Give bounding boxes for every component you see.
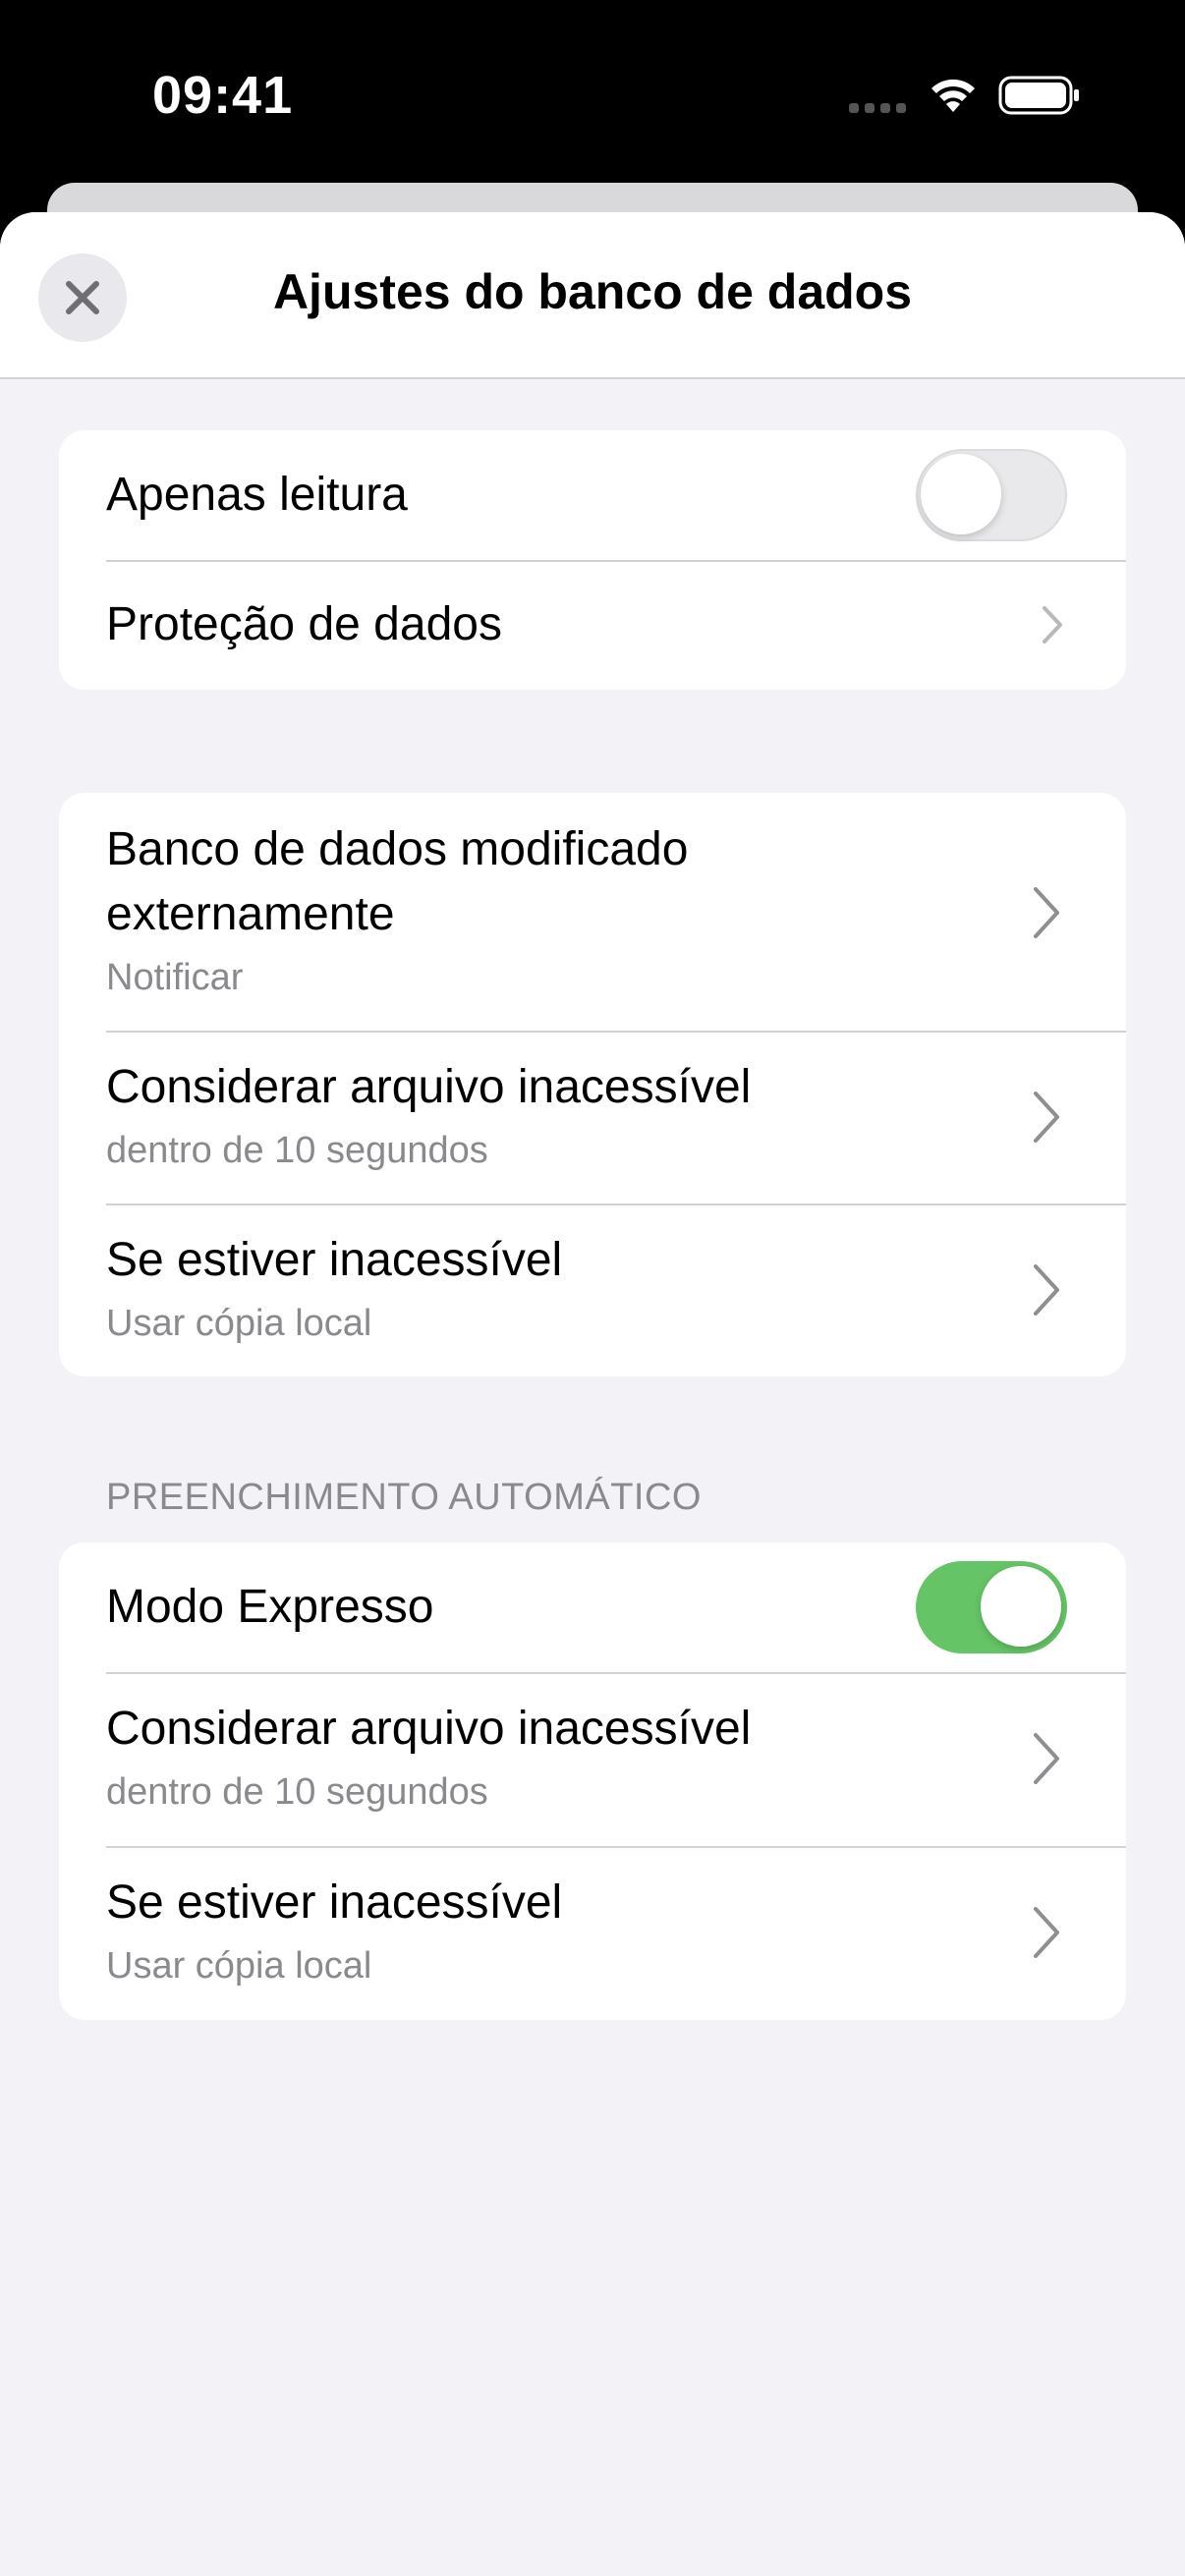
external-modification-title-line1: Banco de dados modificado	[106, 823, 689, 875]
row-express-mode[interactable]: Modo Expresso	[59, 1542, 1126, 1672]
external-modification-title-line2: externamente	[106, 888, 395, 940]
autofill-consider-inaccessible-subtitle: dentro de 10 segundos	[106, 1771, 488, 1813]
consider-inaccessible-subtitle: dentro de 10 segundos	[106, 1130, 488, 1171]
chevron-right-icon	[1034, 887, 1059, 938]
data-protection-label: Proteção de dados	[106, 598, 502, 650]
toggle-knob	[981, 1566, 1061, 1647]
toggle-knob	[921, 454, 1001, 534]
group-sync: Banco de dados modificado externamente N…	[59, 793, 1126, 1376]
row-external-modification[interactable]: Banco de dados modificado externamente N…	[59, 793, 1126, 1031]
group-autofill: Modo Expresso Considerar arquivo inacess…	[59, 1542, 1126, 2020]
cellular-signal-icon	[849, 103, 906, 113]
chevron-right-icon	[1034, 1092, 1059, 1143]
wifi-icon	[931, 79, 975, 112]
express-mode-toggle[interactable]	[916, 1561, 1067, 1653]
battery-icon	[998, 76, 1079, 115]
chevron-right-icon	[1034, 1264, 1059, 1316]
status-time: 09:41	[152, 66, 294, 125]
chevron-right-icon	[1034, 1907, 1059, 1958]
chevron-right-icon	[1043, 606, 1062, 644]
settings-sheet: Ajustes do banco de dados Apenas leitura…	[0, 212, 1185, 2576]
autofill-if-inaccessible-subtitle: Usar cópia local	[106, 1945, 372, 1987]
row-autofill-consider-inaccessible[interactable]: Considerar arquivo inacessível dentro de…	[59, 1672, 1126, 1846]
read-only-label: Apenas leitura	[106, 469, 408, 521]
row-read-only[interactable]: Apenas leitura	[59, 430, 1126, 560]
row-data-protection[interactable]: Proteção de dados	[59, 560, 1126, 690]
autofill-consider-inaccessible-title: Considerar arquivo inacessível	[106, 1703, 752, 1755]
if-inaccessible-title: Se estiver inacessível	[106, 1234, 563, 1286]
group-general: Apenas leitura Proteção de dados	[59, 430, 1126, 690]
section-header-autofill: PREENCHIMENTO AUTOMÁTICO	[106, 1477, 702, 1518]
external-modification-subtitle: Notificar	[106, 957, 244, 998]
express-mode-label: Modo Expresso	[106, 1581, 434, 1633]
screen: 09:41 Ajustes do banco de dados Apenas l…	[0, 0, 1185, 2576]
page-title: Ajustes do banco de dados	[272, 264, 913, 319]
if-inaccessible-subtitle: Usar cópia local	[106, 1303, 372, 1344]
navigation-bar: Ajustes do banco de dados	[0, 212, 1185, 379]
consider-inaccessible-title: Considerar arquivo inacessível	[106, 1061, 752, 1113]
row-consider-inaccessible[interactable]: Considerar arquivo inacessível dentro de…	[59, 1031, 1126, 1204]
read-only-toggle[interactable]	[916, 449, 1067, 541]
row-if-inaccessible[interactable]: Se estiver inacessível Usar cópia local	[59, 1204, 1126, 1376]
row-autofill-if-inaccessible[interactable]: Se estiver inacessível Usar cópia local	[59, 1846, 1126, 2020]
autofill-if-inaccessible-title: Se estiver inacessível	[106, 1876, 563, 1929]
chevron-right-icon	[1034, 1733, 1059, 1784]
status-bar: 09:41	[0, 0, 1185, 183]
